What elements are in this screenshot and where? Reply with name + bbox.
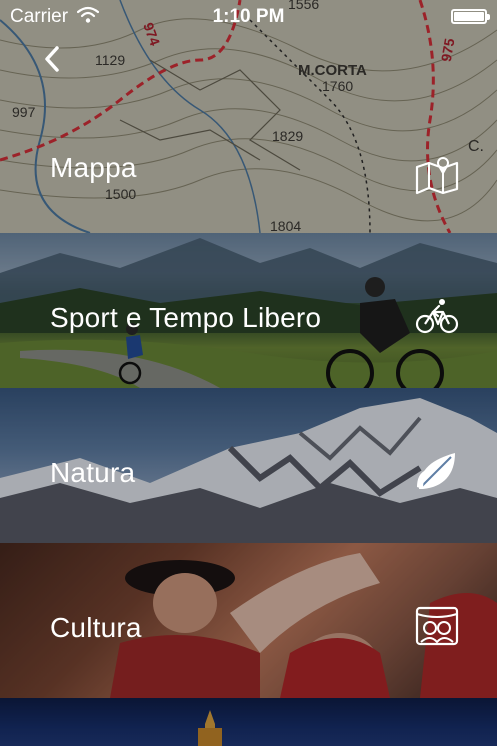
status-bar: Carrier 1:10 PM — [0, 0, 497, 34]
back-button[interactable] — [36, 42, 70, 76]
menu-item-mappa[interactable]: 1129 997 M.CORTA 1760 1829 1500 1804 155… — [0, 0, 497, 233]
status-time: 1:10 PM — [212, 6, 285, 27]
leaf-icon — [415, 451, 459, 491]
theater-masks-icon — [415, 606, 459, 646]
battery-icon — [451, 9, 490, 24]
chevron-left-icon — [45, 46, 59, 72]
app-screen: Carrier 1:10 PM 1129 997 M.CORTA 1760 18… — [0, 0, 497, 746]
menu-item-partial[interactable] — [0, 698, 497, 746]
tile-overlay — [0, 0, 497, 233]
menu-item-cultura[interactable]: Cultura — [0, 543, 497, 698]
map-pin-icon — [415, 155, 459, 195]
tile-overlay — [0, 698, 497, 746]
menu-item-label: Sport e Tempo Libero — [50, 302, 322, 333]
menu-item-label: Natura — [50, 457, 136, 488]
menu-item-sport[interactable]: Sport e Tempo Libero — [0, 233, 497, 388]
menu-item-natura[interactable]: Natura — [0, 388, 497, 543]
menu-item-label: Cultura — [50, 612, 142, 643]
bicycle-icon — [415, 296, 459, 336]
menu-item-label: Mappa — [50, 152, 137, 183]
